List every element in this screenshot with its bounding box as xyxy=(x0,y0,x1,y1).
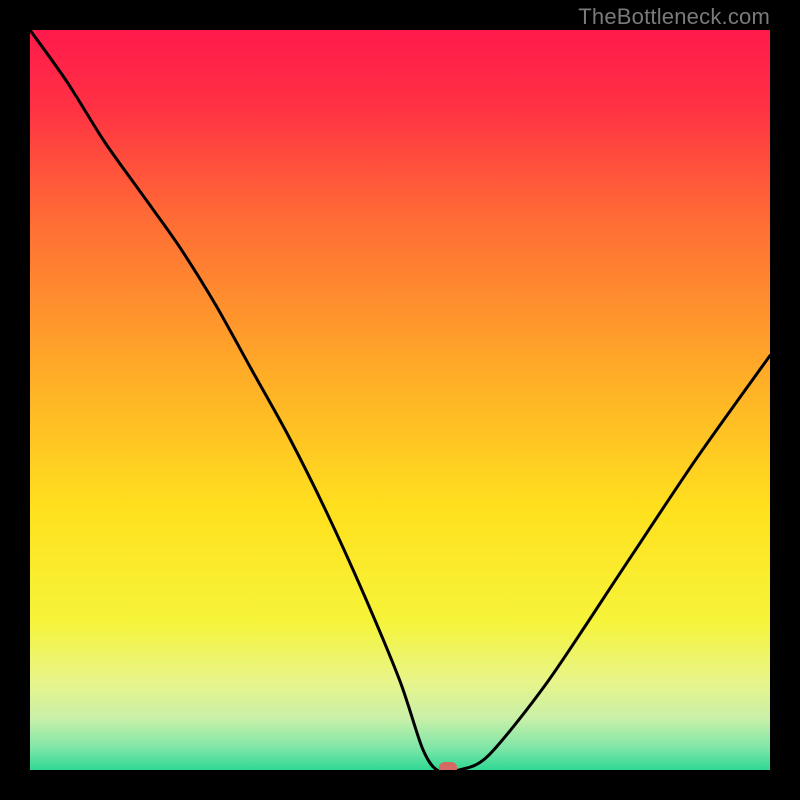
chart-frame: TheBottleneck.com xyxy=(0,0,800,800)
optimal-point-marker xyxy=(439,762,457,770)
bottleneck-curve xyxy=(30,30,770,770)
watermark-text: TheBottleneck.com xyxy=(578,4,770,30)
plot-area xyxy=(30,30,770,770)
